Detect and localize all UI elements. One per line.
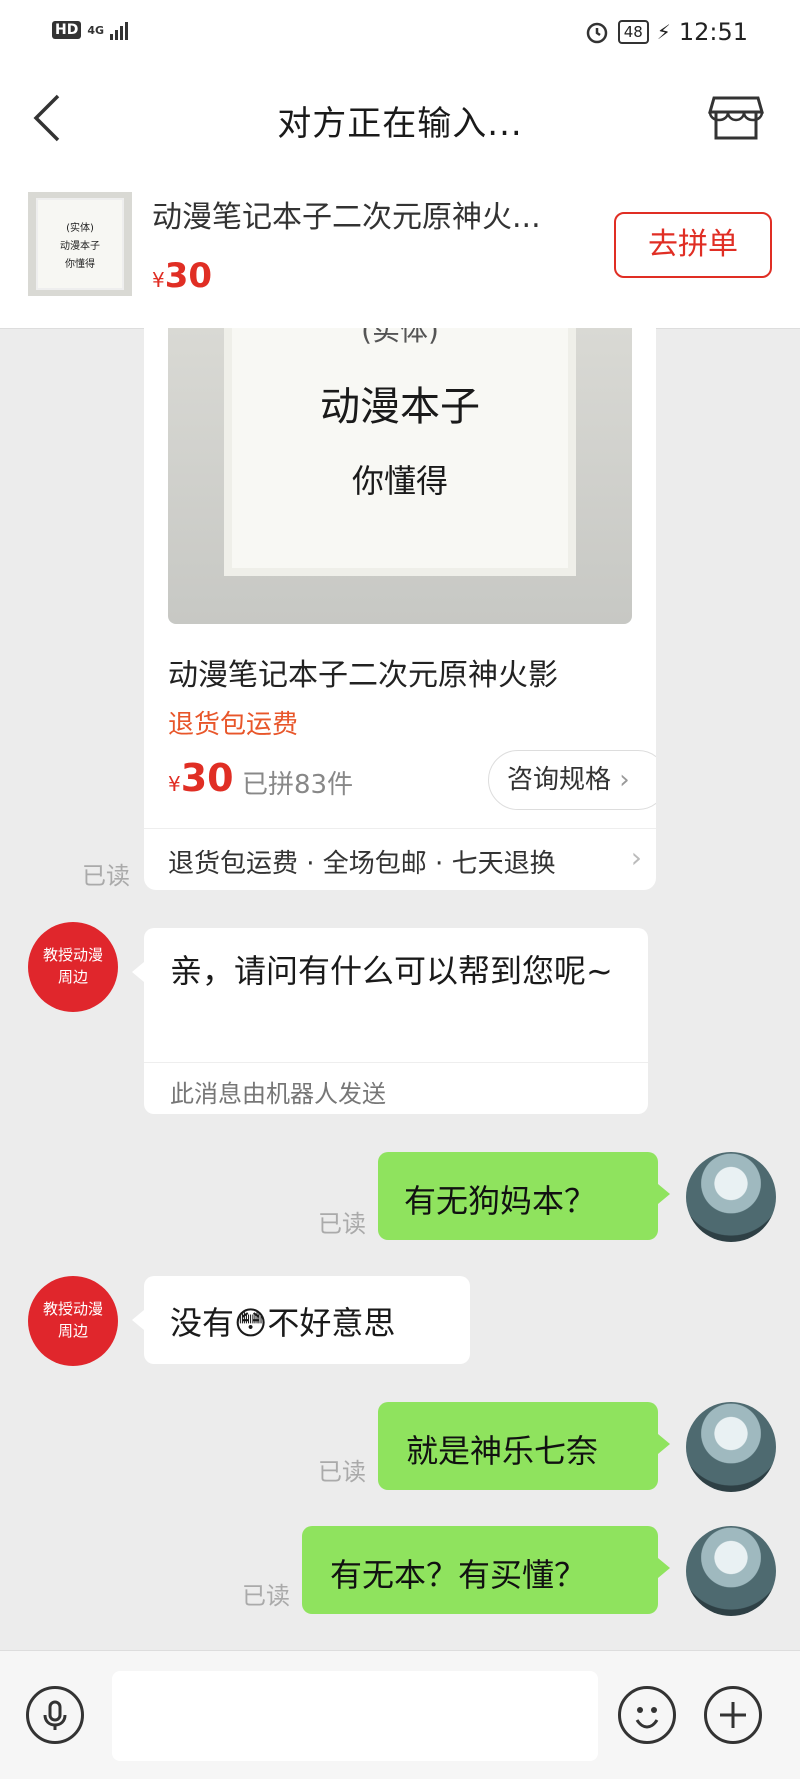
image-line: 动漫本子: [320, 384, 480, 430]
image-line: (实体): [361, 328, 439, 347]
status-left: HD 4G: [52, 20, 129, 40]
emoji-button[interactable]: [618, 1686, 676, 1744]
product-banner[interactable]: (实体) 动漫本子 你懂得 动漫笔记本子二次元原神火... ¥30 去拼单: [0, 168, 800, 329]
thumb-line: (实体): [66, 223, 94, 234]
store-icon[interactable]: [708, 88, 764, 144]
charging-icon: ⚡: [656, 20, 671, 44]
currency-symbol: ¥: [152, 268, 165, 292]
flushed-emoji-icon: 😳: [234, 1304, 268, 1342]
sold-count: 已拼83件: [242, 770, 354, 800]
thumb-line: 你懂得: [65, 259, 95, 270]
signal-icon: [110, 20, 129, 40]
card-product-name: 动漫笔记本子二次元原神火影: [168, 658, 558, 693]
page-title: 对方正在输入...: [277, 104, 523, 144]
service-tags: 退货包运费 · 全场包邮 · 七天退换: [168, 849, 556, 879]
read-receipt: 已读: [242, 1582, 290, 1610]
status-bar: HD 4G 48 ⚡ 12:51: [0, 0, 800, 68]
network-type: 4G: [87, 23, 105, 37]
shop-avatar-label: 教授动漫 周边: [42, 946, 103, 986]
product-card[interactable]: (实体) 动漫本子 你懂得 动漫笔记本子二次元原神火影 退货包运费 ¥30 已拼…: [144, 328, 656, 890]
card-price: ¥30: [168, 756, 234, 800]
battery-level: 48: [617, 20, 649, 44]
thumb-line: 动漫本子: [60, 241, 100, 252]
shop-avatar[interactable]: 教授动漫 周边: [28, 1276, 118, 1366]
bot-note: 此消息由机器人发送: [170, 1080, 386, 1108]
input-bar: [0, 1650, 800, 1779]
product-thumbnail[interactable]: (实体) 动漫本子 你懂得: [28, 192, 132, 296]
message-text: 没有😳不好意思: [170, 1298, 395, 1344]
read-receipt: 已读: [318, 1458, 366, 1486]
microphone-icon: [43, 1700, 67, 1730]
consult-label: 咨询规格: [507, 765, 612, 795]
user-avatar[interactable]: [686, 1526, 776, 1616]
message-bubble-shop[interactable]: 没有😳不好意思: [132, 1276, 470, 1364]
thumbnail-text: (实体) 动漫本子 你懂得: [36, 198, 124, 290]
more-button[interactable]: [704, 1686, 762, 1744]
message-text: 亲，请问有什么可以帮到您呢~: [170, 952, 613, 990]
shop-avatar-label: 教授动漫 周边: [42, 1300, 103, 1340]
plus-icon: [720, 1702, 746, 1728]
group-buy-button[interactable]: 去拼单: [614, 212, 772, 278]
user-avatar[interactable]: [686, 1402, 776, 1492]
message-bubble-self[interactable]: 有无狗妈本？: [378, 1152, 670, 1240]
read-receipt: 已读: [318, 1210, 366, 1238]
price-value: 30: [180, 756, 234, 800]
divider: [144, 1062, 648, 1063]
chevron-right-icon: ›: [630, 841, 642, 874]
image-frame: (实体) 动漫本子 你懂得: [224, 328, 576, 576]
currency-symbol: ¥: [168, 772, 181, 796]
product-name: 动漫笔记本子二次元原神火...: [152, 200, 541, 235]
image-line: 你懂得: [351, 462, 448, 500]
clock: 12:51: [678, 18, 748, 46]
read-receipt: 已读: [82, 862, 130, 890]
status-right: 48 ⚡ 12:51: [584, 18, 748, 46]
text-part: 没有: [170, 1304, 235, 1342]
chat-header: 对方正在输入...: [0, 68, 800, 168]
voice-button[interactable]: [26, 1686, 84, 1744]
consult-spec-button[interactable]: 咨询规格 ›: [488, 750, 656, 810]
shop-avatar[interactable]: 教授动漫 周边: [28, 922, 118, 1012]
message-input[interactable]: [112, 1671, 598, 1761]
message-bubble-shop[interactable]: 亲，请问有什么可以帮到您呢~ 此消息由机器人发送: [132, 928, 648, 1114]
card-footer[interactable]: 退货包运费 · 全场包邮 · 七天退换 ›: [144, 828, 656, 890]
user-avatar[interactable]: [686, 1152, 776, 1242]
chevron-right-icon: ›: [619, 765, 630, 795]
price-value: 30: [164, 256, 213, 296]
message-bubble-self[interactable]: 有无本？有买懂？: [302, 1526, 670, 1614]
alarm-icon: [586, 22, 607, 44]
smiley-icon: [635, 1707, 659, 1729]
message-bubble-self[interactable]: 就是神乐七奈: [378, 1402, 670, 1490]
hd-icon: HD: [52, 21, 82, 39]
return-shipping-tag: 退货包运费: [168, 710, 299, 740]
product-card-image[interactable]: (实体) 动漫本子 你懂得: [168, 328, 632, 624]
product-price: ¥30: [152, 256, 212, 296]
text-part: 不好意思: [267, 1304, 396, 1342]
